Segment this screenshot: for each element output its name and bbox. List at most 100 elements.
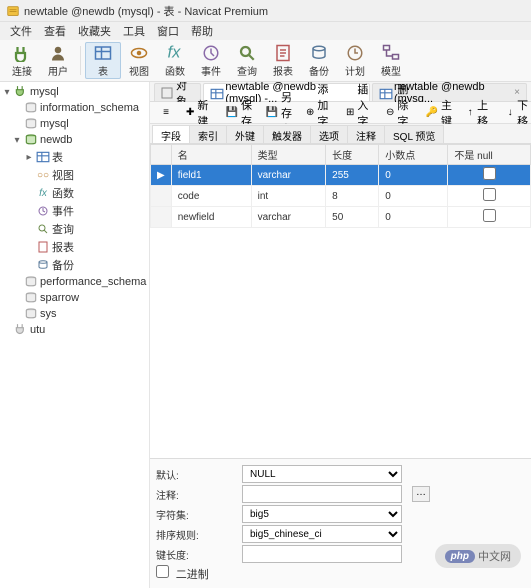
tree-item-5[interactable]: ○○视图 [0, 166, 149, 184]
grid-header-1[interactable]: 类型 [251, 145, 326, 165]
tree-item-12[interactable]: sparrow [0, 290, 149, 306]
binary-checkbox[interactable] [156, 565, 169, 578]
toolbar-backup-button[interactable]: 备份 [301, 42, 337, 79]
toolbar-model-button[interactable]: 模型 [373, 42, 409, 79]
tree-db-open-icon [24, 133, 38, 147]
collate-select[interactable]: big5_chinese_ci [242, 525, 402, 543]
cell-decimals[interactable]: 0 [379, 207, 448, 228]
tree-label: 报表 [52, 239, 74, 255]
tree-label: 函数 [52, 185, 74, 201]
report-icon [273, 43, 293, 62]
toolbar-report-label: 报表 [273, 63, 293, 78]
tree-item-7[interactable]: 事件 [0, 202, 149, 220]
subtab-0[interactable]: 字段 [152, 125, 190, 143]
fields-grid[interactable]: 名类型长度小数点不是 null ▶field1varchar2550codein… [150, 144, 531, 458]
tree-twisty-icon[interactable]: ▸ [24, 152, 34, 163]
toolbar-connect-label: 连接 [12, 63, 32, 78]
toolbar-function-label: 函数 [165, 63, 185, 78]
tree-item-10[interactable]: 备份 [0, 256, 149, 274]
tree-item-13[interactable]: sys [0, 306, 149, 322]
notnull-checkbox[interactable] [483, 209, 496, 222]
toolbar-table-button[interactable]: 表 [85, 42, 121, 79]
menu-2[interactable]: 收藏夹 [72, 22, 117, 40]
row-marker [151, 186, 172, 207]
tree-item-0[interactable]: ▾mysql [0, 84, 149, 100]
keylen-input[interactable] [242, 545, 402, 563]
insertfield-icon: ⊞ [346, 107, 354, 119]
cell-type[interactable]: varchar [251, 165, 326, 186]
grid-header-0[interactable]: 名 [171, 145, 251, 165]
notnull-checkbox[interactable] [483, 188, 496, 201]
grid-header-3[interactable]: 小数点 [379, 145, 448, 165]
grid-row-marker-header [151, 145, 172, 165]
tree-report-icon [36, 240, 50, 254]
field-properties: 默认: NULL 注释: … 字符集: big5 排序规则: big5_chin… [150, 458, 531, 588]
cell-name[interactable]: newfield [171, 207, 251, 228]
menu-3[interactable]: 工具 [117, 22, 151, 40]
toolbar-event-button[interactable]: 事件 [193, 42, 229, 79]
tree-item-1[interactable]: information_schema [0, 100, 149, 116]
comment-input[interactable] [242, 485, 402, 503]
subtab-4[interactable]: 选项 [310, 125, 348, 143]
menu-5[interactable]: 帮助 [185, 22, 219, 40]
workspace: ▾mysqlinformation_schemamysql▾newdb▸表○○视… [0, 82, 531, 588]
grid-row-2[interactable]: newfieldvarchar500 [151, 207, 531, 228]
tree-item-11[interactable]: performance_schema [0, 274, 149, 290]
comment-label: 注释: [156, 487, 236, 502]
tree-label: 视图 [52, 167, 74, 183]
toolbar-schedule-button[interactable]: 计划 [337, 42, 373, 79]
toolbar-connect-button[interactable]: 连接 [4, 42, 40, 79]
cell-decimals[interactable]: 0 [379, 165, 448, 186]
menu-1[interactable]: 查看 [38, 22, 72, 40]
menu-0[interactable]: 文件 [4, 22, 38, 40]
cell-notnull[interactable] [448, 165, 531, 186]
tree-item-3[interactable]: ▾newdb [0, 132, 149, 148]
schedule-icon [345, 43, 365, 62]
tree-twisty-icon[interactable]: ▾ [12, 135, 22, 146]
tree-twisty-icon[interactable]: ▾ [2, 87, 12, 98]
toolbar-query-button[interactable]: 查询 [229, 42, 265, 79]
tree-item-9[interactable]: 报表 [0, 238, 149, 256]
toolbar-report-button[interactable]: 报表 [265, 42, 301, 79]
cell-type[interactable]: int [251, 186, 326, 207]
cell-name[interactable]: field1 [171, 165, 251, 186]
cell-length[interactable]: 255 [326, 165, 379, 186]
cell-name[interactable]: code [171, 186, 251, 207]
tree-item-14[interactable]: utu [0, 322, 149, 338]
cell-length[interactable]: 8 [326, 186, 379, 207]
cell-notnull[interactable] [448, 186, 531, 207]
cell-length[interactable]: 50 [326, 207, 379, 228]
toolbar-view-button[interactable]: 视图 [121, 42, 157, 79]
grid-row-1[interactable]: codeint80 [151, 186, 531, 207]
toolbar-function-button[interactable]: fx函数 [157, 42, 193, 79]
tree-item-4[interactable]: ▸表 [0, 148, 149, 166]
tree-event-icon [36, 204, 50, 218]
subtab-5[interactable]: 注释 [347, 125, 385, 143]
subtab-2[interactable]: 外键 [226, 125, 264, 143]
cell-notnull[interactable] [448, 207, 531, 228]
grid-row-0[interactable]: ▶field1varchar2550 [151, 165, 531, 186]
subtab-1[interactable]: 索引 [189, 125, 227, 143]
cell-type[interactable]: varchar [251, 207, 326, 228]
toolbar-model-label: 模型 [381, 63, 401, 78]
designer-subtabs: 字段索引外键触发器选项注释SQL 预览 [150, 124, 531, 144]
menu-4[interactable]: 窗口 [151, 22, 185, 40]
tree-item-6[interactable]: fx函数 [0, 184, 149, 202]
notnull-checkbox[interactable] [483, 167, 496, 180]
objbar-menu-button[interactable]: ≡ [154, 105, 178, 121]
tree-db-icon [24, 275, 38, 289]
tree-item-8[interactable]: 查询 [0, 220, 149, 238]
grid-header-2[interactable]: 长度 [326, 145, 379, 165]
connection-tree[interactable]: ▾mysqlinformation_schemamysql▾newdb▸表○○视… [0, 82, 150, 588]
charset-select[interactable]: big5 [242, 505, 402, 523]
subtab-3[interactable]: 触发器 [263, 125, 311, 143]
subtab-6[interactable]: SQL 预览 [384, 125, 444, 143]
default-select[interactable]: NULL [242, 465, 402, 483]
cell-decimals[interactable]: 0 [379, 186, 448, 207]
tree-item-2[interactable]: mysql [0, 116, 149, 132]
toolbar-backup-label: 备份 [309, 63, 329, 78]
toolbar-event-label: 事件 [201, 63, 221, 78]
comment-more-button[interactable]: … [412, 486, 430, 502]
toolbar-user-button[interactable]: 用户 [40, 42, 76, 79]
grid-header-4[interactable]: 不是 null [448, 145, 531, 165]
